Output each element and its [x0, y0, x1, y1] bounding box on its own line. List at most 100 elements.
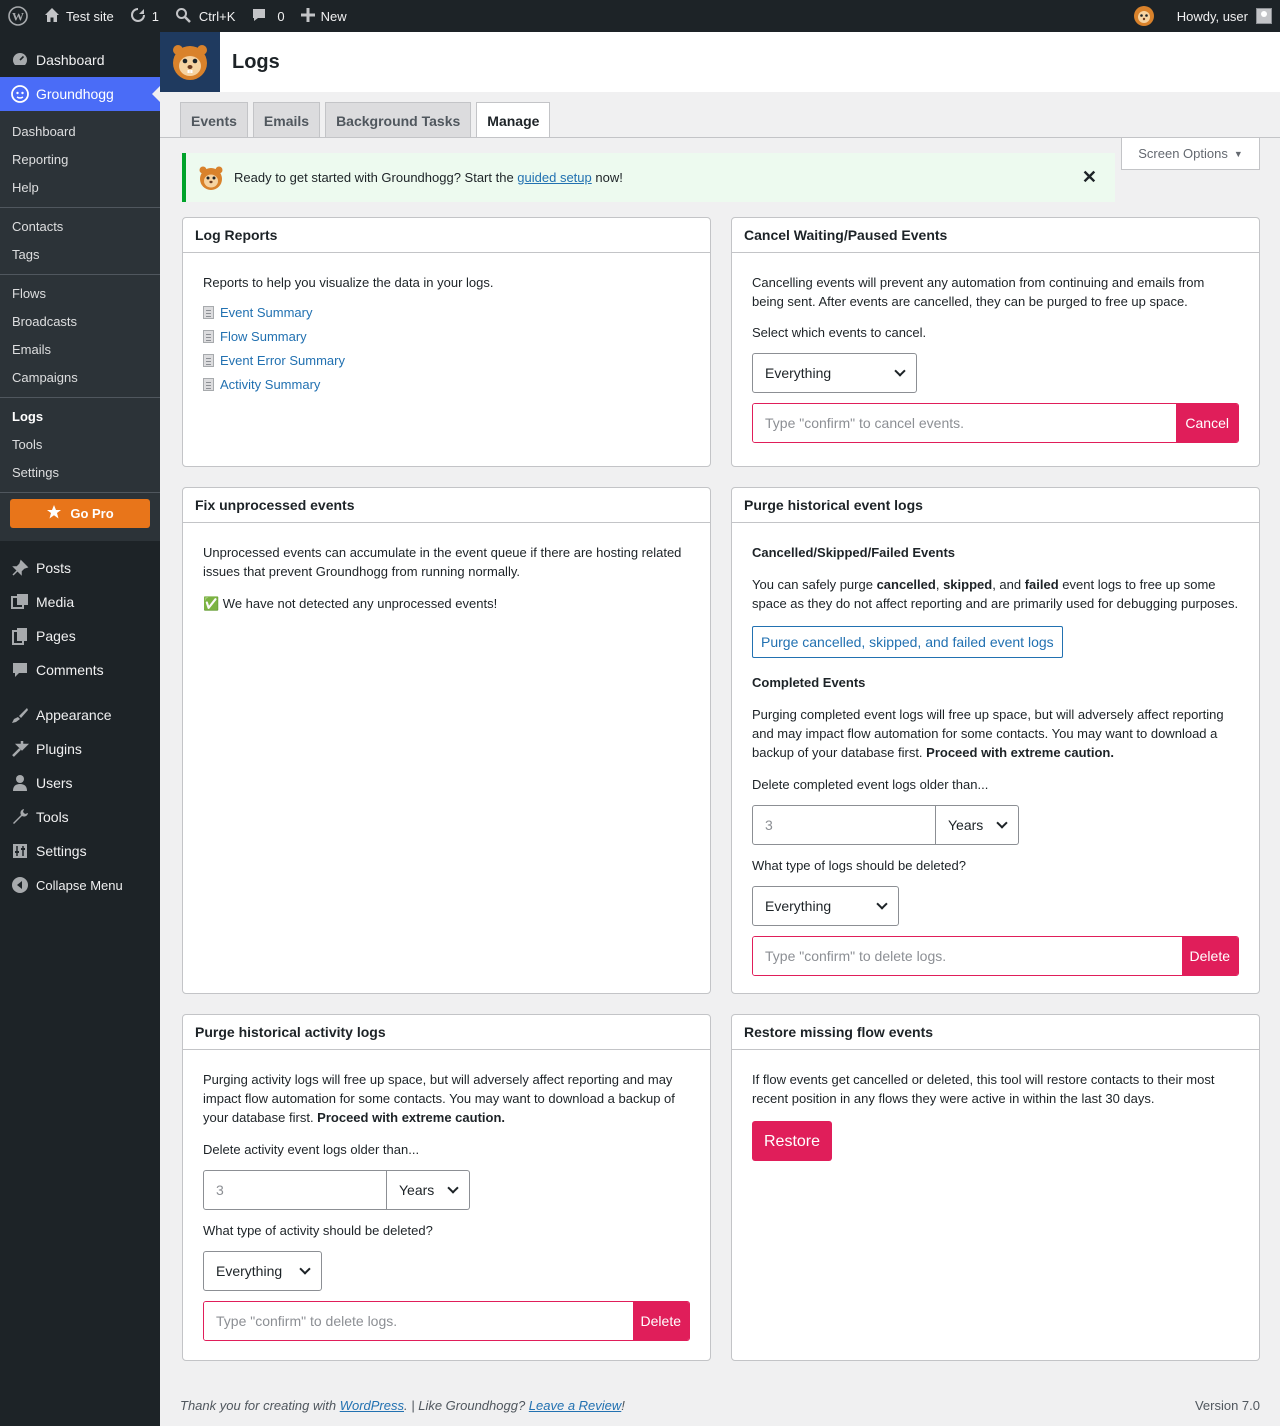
notice-message: Ready to get started with Groundhogg? St…: [234, 170, 623, 185]
wrench-icon: [10, 807, 30, 827]
comments-link[interactable]: 0: [243, 0, 292, 32]
tab-background-tasks[interactable]: Background Tasks: [325, 102, 472, 138]
submenu-broadcasts[interactable]: Broadcasts: [0, 308, 160, 336]
document-icon: [203, 353, 214, 367]
plus-icon: [300, 7, 315, 25]
submenu-logs[interactable]: Logs: [0, 403, 160, 431]
activity-summary-link[interactable]: Activity Summary: [203, 372, 690, 396]
section-description: Purging completed event logs will free u…: [752, 707, 1224, 760]
sidebar-item-dashboard[interactable]: Dashboard: [0, 43, 160, 77]
wp-menu: Posts Media Pages Comments Appearance Pl…: [0, 541, 160, 902]
older-than-label: Delete activity event logs older than...: [203, 1142, 420, 1157]
submenu-settings[interactable]: Settings: [0, 459, 160, 487]
status-message: ✅ We have not detected any unprocessed e…: [203, 596, 498, 611]
sidebar-item-settings[interactable]: Settings: [0, 834, 160, 868]
delete-confirm-input[interactable]: Type "confirm" to delete logs.: [753, 937, 1182, 975]
wordpress-logo-icon[interactable]: W: [0, 0, 36, 32]
submenu-help[interactable]: Help: [0, 174, 160, 202]
new-content-link[interactable]: New: [293, 0, 355, 32]
sidebar-item-pages[interactable]: Pages: [0, 619, 160, 653]
chevron-down-icon: [876, 898, 888, 910]
sidebar-item-posts[interactable]: Posts: [0, 551, 160, 585]
sidebar-item-comments[interactable]: Comments: [0, 653, 160, 687]
section-heading: Completed Events: [752, 675, 866, 690]
age-number-input[interactable]: 3: [752, 805, 936, 845]
panel-title: Log Reports: [183, 218, 710, 253]
submenu-tags[interactable]: Tags: [0, 241, 160, 269]
updates-link[interactable]: 1: [122, 0, 167, 32]
comment-icon: [10, 660, 30, 680]
panel-title: Cancel Waiting/Paused Events: [732, 218, 1259, 253]
document-icon: [203, 329, 214, 343]
collapse-menu-button[interactable]: Collapse Menu: [0, 868, 160, 902]
cancel-confirm-input[interactable]: Type "confirm" to cancel events.: [753, 404, 1177, 442]
age-unit-select[interactable]: Years: [936, 805, 1019, 845]
tab-manage[interactable]: Manage: [476, 102, 551, 138]
page-header: Logs: [160, 32, 1280, 92]
delete-confirm-input[interactable]: Type "confirm" to delete logs.: [204, 1302, 633, 1340]
groundhogg-mascot-icon: [1133, 5, 1155, 27]
submenu-divider: [0, 207, 160, 208]
flow-summary-link[interactable]: Flow Summary: [203, 324, 690, 348]
groundhogg-mascot-icon: [198, 165, 224, 191]
cancel-button[interactable]: Cancel: [1176, 404, 1238, 442]
refresh-icon: [130, 7, 146, 26]
wordpress-link[interactable]: WordPress: [340, 1398, 404, 1413]
home-icon: [44, 7, 60, 26]
sidebar-item-media[interactable]: Media: [0, 585, 160, 619]
leave-review-link[interactable]: Leave a Review: [529, 1398, 622, 1413]
sidebar-item-plugins[interactable]: Plugins: [0, 732, 160, 766]
delete-button[interactable]: Delete: [632, 1302, 689, 1340]
submenu-tools[interactable]: Tools: [0, 431, 160, 459]
event-error-summary-link[interactable]: Event Error Summary: [203, 348, 690, 372]
log-reports-panel: Log Reports Reports to help you visualiz…: [182, 217, 711, 467]
sidebar-item-users[interactable]: Users: [0, 766, 160, 800]
screen-options-button[interactable]: Screen Options ▼: [1121, 138, 1260, 170]
activity-type-select[interactable]: Everything: [203, 1251, 322, 1291]
delete-button[interactable]: Delete: [1181, 937, 1238, 975]
purge-activity-panel: Purge historical activity logs Purging a…: [182, 1014, 711, 1361]
command-palette-link[interactable]: Ctrl+K: [167, 0, 243, 32]
go-pro-button[interactable]: Go Pro: [10, 499, 150, 528]
groundhogg-submenu: Dashboard Reporting Help Contacts Tags F…: [0, 111, 160, 541]
close-icon[interactable]: ✕: [1082, 167, 1097, 188]
restore-button[interactable]: Restore: [752, 1121, 833, 1161]
caret-down-icon: ▼: [1233, 148, 1243, 159]
tab-events[interactable]: Events: [180, 102, 248, 138]
cancel-events-select[interactable]: Everything: [752, 353, 917, 393]
sidebar-item-appearance[interactable]: Appearance: [0, 698, 160, 732]
age-number-input[interactable]: 3: [203, 1170, 387, 1210]
user-icon: [10, 773, 30, 793]
page-title: Logs: [232, 50, 280, 73]
sidebar-item-tools[interactable]: Tools: [0, 800, 160, 834]
avatar[interactable]: [1256, 8, 1272, 24]
guided-setup-link[interactable]: guided setup: [517, 170, 591, 185]
tab-emails[interactable]: Emails: [252, 102, 321, 138]
section-heading: Cancelled/Skipped/Failed Events: [752, 545, 956, 560]
panel-description: Reports to help you visualize the data i…: [203, 275, 494, 290]
submenu-emails[interactable]: Emails: [0, 336, 160, 364]
panel-title: Fix unprocessed events: [183, 488, 710, 523]
chevron-down-icon: [299, 1263, 311, 1275]
version-label: Version 7.0: [1194, 1398, 1260, 1413]
purge-events-panel: Purge historical event logs Cancelled/Sk…: [731, 487, 1260, 994]
submenu-flows[interactable]: Flows: [0, 280, 160, 308]
submenu-divider: [0, 397, 160, 398]
site-name-link[interactable]: Test site: [36, 0, 122, 32]
age-unit-select[interactable]: Years: [387, 1170, 470, 1210]
panel-description: If flow events get cancelled or deleted,…: [752, 1072, 1215, 1106]
purge-failed-logs-button[interactable]: Purge cancelled, skipped, and failed eve…: [752, 626, 1063, 658]
submenu-reporting[interactable]: Reporting: [0, 146, 160, 174]
sidebar-item-groundhogg[interactable]: Groundhogg: [0, 77, 160, 111]
groundhogg-icon: [10, 84, 30, 104]
event-summary-link[interactable]: Event Summary: [203, 300, 690, 324]
howdy-account-link[interactable]: Howdy, user: [1177, 9, 1248, 24]
dashboard-icon: [10, 50, 30, 70]
groundhogg-logo: [160, 32, 220, 92]
submenu-contacts[interactable]: Contacts: [0, 213, 160, 241]
cancel-confirm-row: Type "confirm" to cancel events. Cancel: [752, 403, 1239, 443]
submenu-dashboard[interactable]: Dashboard: [0, 118, 160, 146]
panel-description: Cancelling events will prevent any autom…: [752, 275, 1205, 309]
log-type-select[interactable]: Everything: [752, 886, 899, 926]
submenu-campaigns[interactable]: Campaigns: [0, 364, 160, 392]
